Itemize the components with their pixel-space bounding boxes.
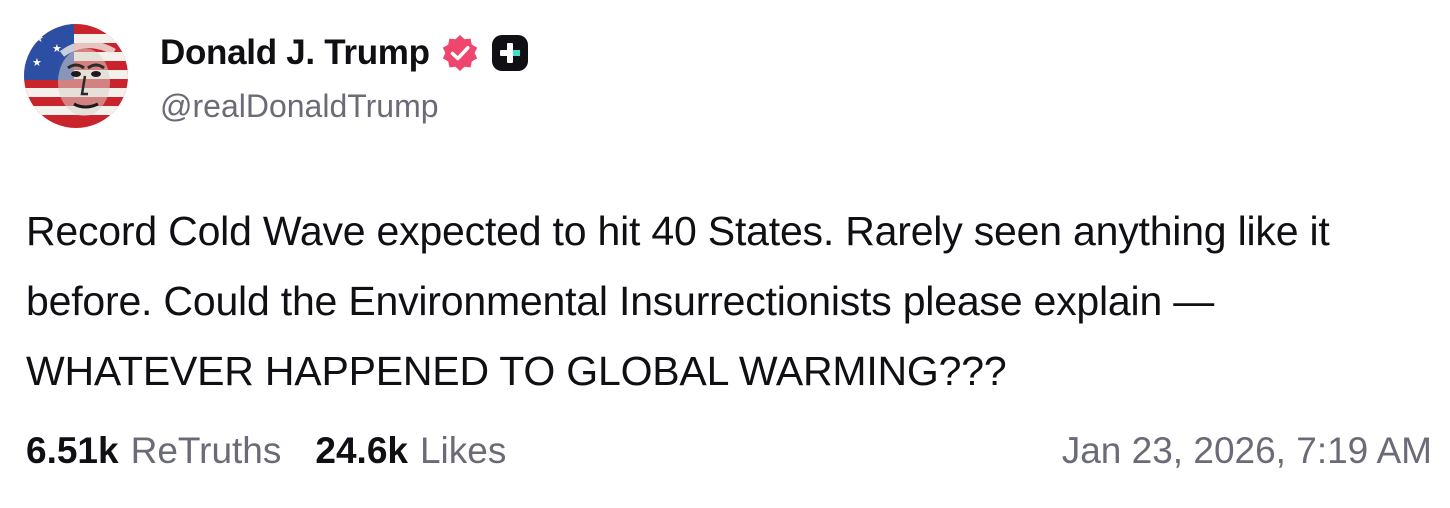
post-text: Record Cold Wave expected to hit 40 Stat…: [26, 208, 1330, 394]
retruths-stat[interactable]: 6.51k ReTruths: [26, 430, 281, 472]
post-stats: 6.51k ReTruths 24.6k Likes: [26, 428, 506, 474]
svg-text:★: ★: [32, 56, 42, 69]
retruths-label: ReTruths: [130, 430, 282, 471]
verified-badge-icon: [440, 33, 480, 73]
plus-badge-icon[interactable]: [491, 35, 528, 71]
likes-count: 24.6k: [315, 430, 408, 471]
likes-label: Likes: [419, 430, 507, 471]
avatar-image: ★ ★ ★: [24, 24, 128, 128]
display-name[interactable]: Donald J. Trump: [160, 33, 430, 73]
author-name-row: Donald J. Trump: [160, 30, 528, 76]
truth-post: ★ ★ ★ Donald J. Trump @realDonaldTrump R…: [0, 0, 1450, 508]
post-timestamp[interactable]: Jan 23, 2026, 7:19 AM: [1062, 428, 1432, 474]
likes-stat[interactable]: 24.6k Likes: [315, 430, 506, 472]
svg-text:★: ★: [52, 42, 62, 55]
retruths-count: 6.51k: [26, 430, 119, 471]
svg-text:★: ★: [34, 32, 44, 45]
author-handle[interactable]: @realDonaldTrump: [160, 88, 439, 125]
avatar[interactable]: ★ ★ ★: [24, 24, 128, 128]
